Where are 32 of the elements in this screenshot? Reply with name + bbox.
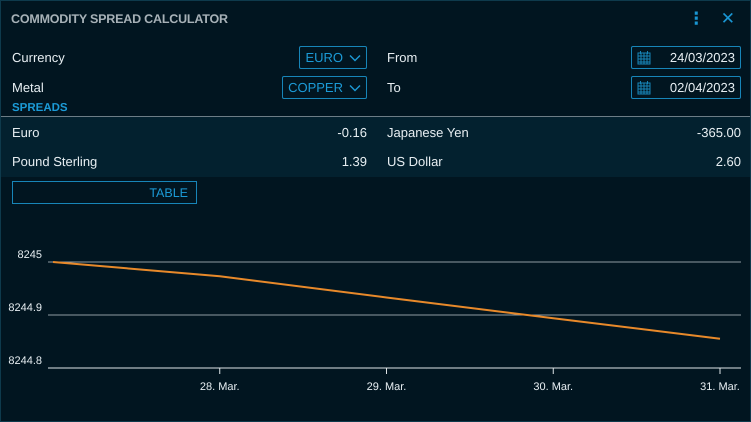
x-axis-label: 30. Mar. (533, 381, 574, 393)
x-axis-label: 31. Mar. (700, 381, 740, 393)
field-label: From (387, 50, 418, 65)
close-button[interactable]: ✕ (716, 9, 739, 29)
dropdown[interactable]: COPPER (282, 76, 367, 99)
chevron-down-icon (349, 84, 361, 92)
field-label: Metal (12, 80, 44, 95)
dropdown[interactable]: EURO (299, 46, 367, 69)
currency-name: Pound Sterling (12, 154, 98, 169)
spread-value: 2.60 (716, 154, 741, 169)
y-axis-label: 8244.9 (8, 302, 42, 314)
table-button[interactable]: TABLE (12, 181, 197, 204)
chevron-down-icon (349, 54, 361, 62)
section-title: SPREADS (11, 101, 69, 116)
x-axis-label: 29. Mar. (366, 381, 406, 393)
calendar-icon (637, 80, 651, 95)
field-label: Currency (12, 50, 65, 65)
y-axis-label: 8245 (18, 249, 42, 261)
currency-name: Euro (12, 125, 40, 140)
spread-value: -0.16 (337, 125, 367, 140)
spread-value: -365.00 (696, 125, 741, 140)
field-label: To (387, 80, 401, 95)
currency-name: Japanese Yen (387, 125, 469, 140)
window-title: COMMODITY SPREAD CALCULATOR (11, 12, 229, 26)
x-axis-label: 28. Mar. (200, 381, 240, 393)
currency-name: US Dollar (387, 154, 443, 169)
date-field[interactable]: 24/03/2023 (631, 46, 741, 69)
spread-value: 1.39 (342, 154, 367, 169)
calendar-icon (637, 50, 651, 65)
date-field[interactable]: 02/04/2023 (631, 76, 741, 99)
y-axis-label: 8244.8 (8, 355, 42, 367)
menu-button[interactable]: ⋮ (684, 9, 709, 29)
